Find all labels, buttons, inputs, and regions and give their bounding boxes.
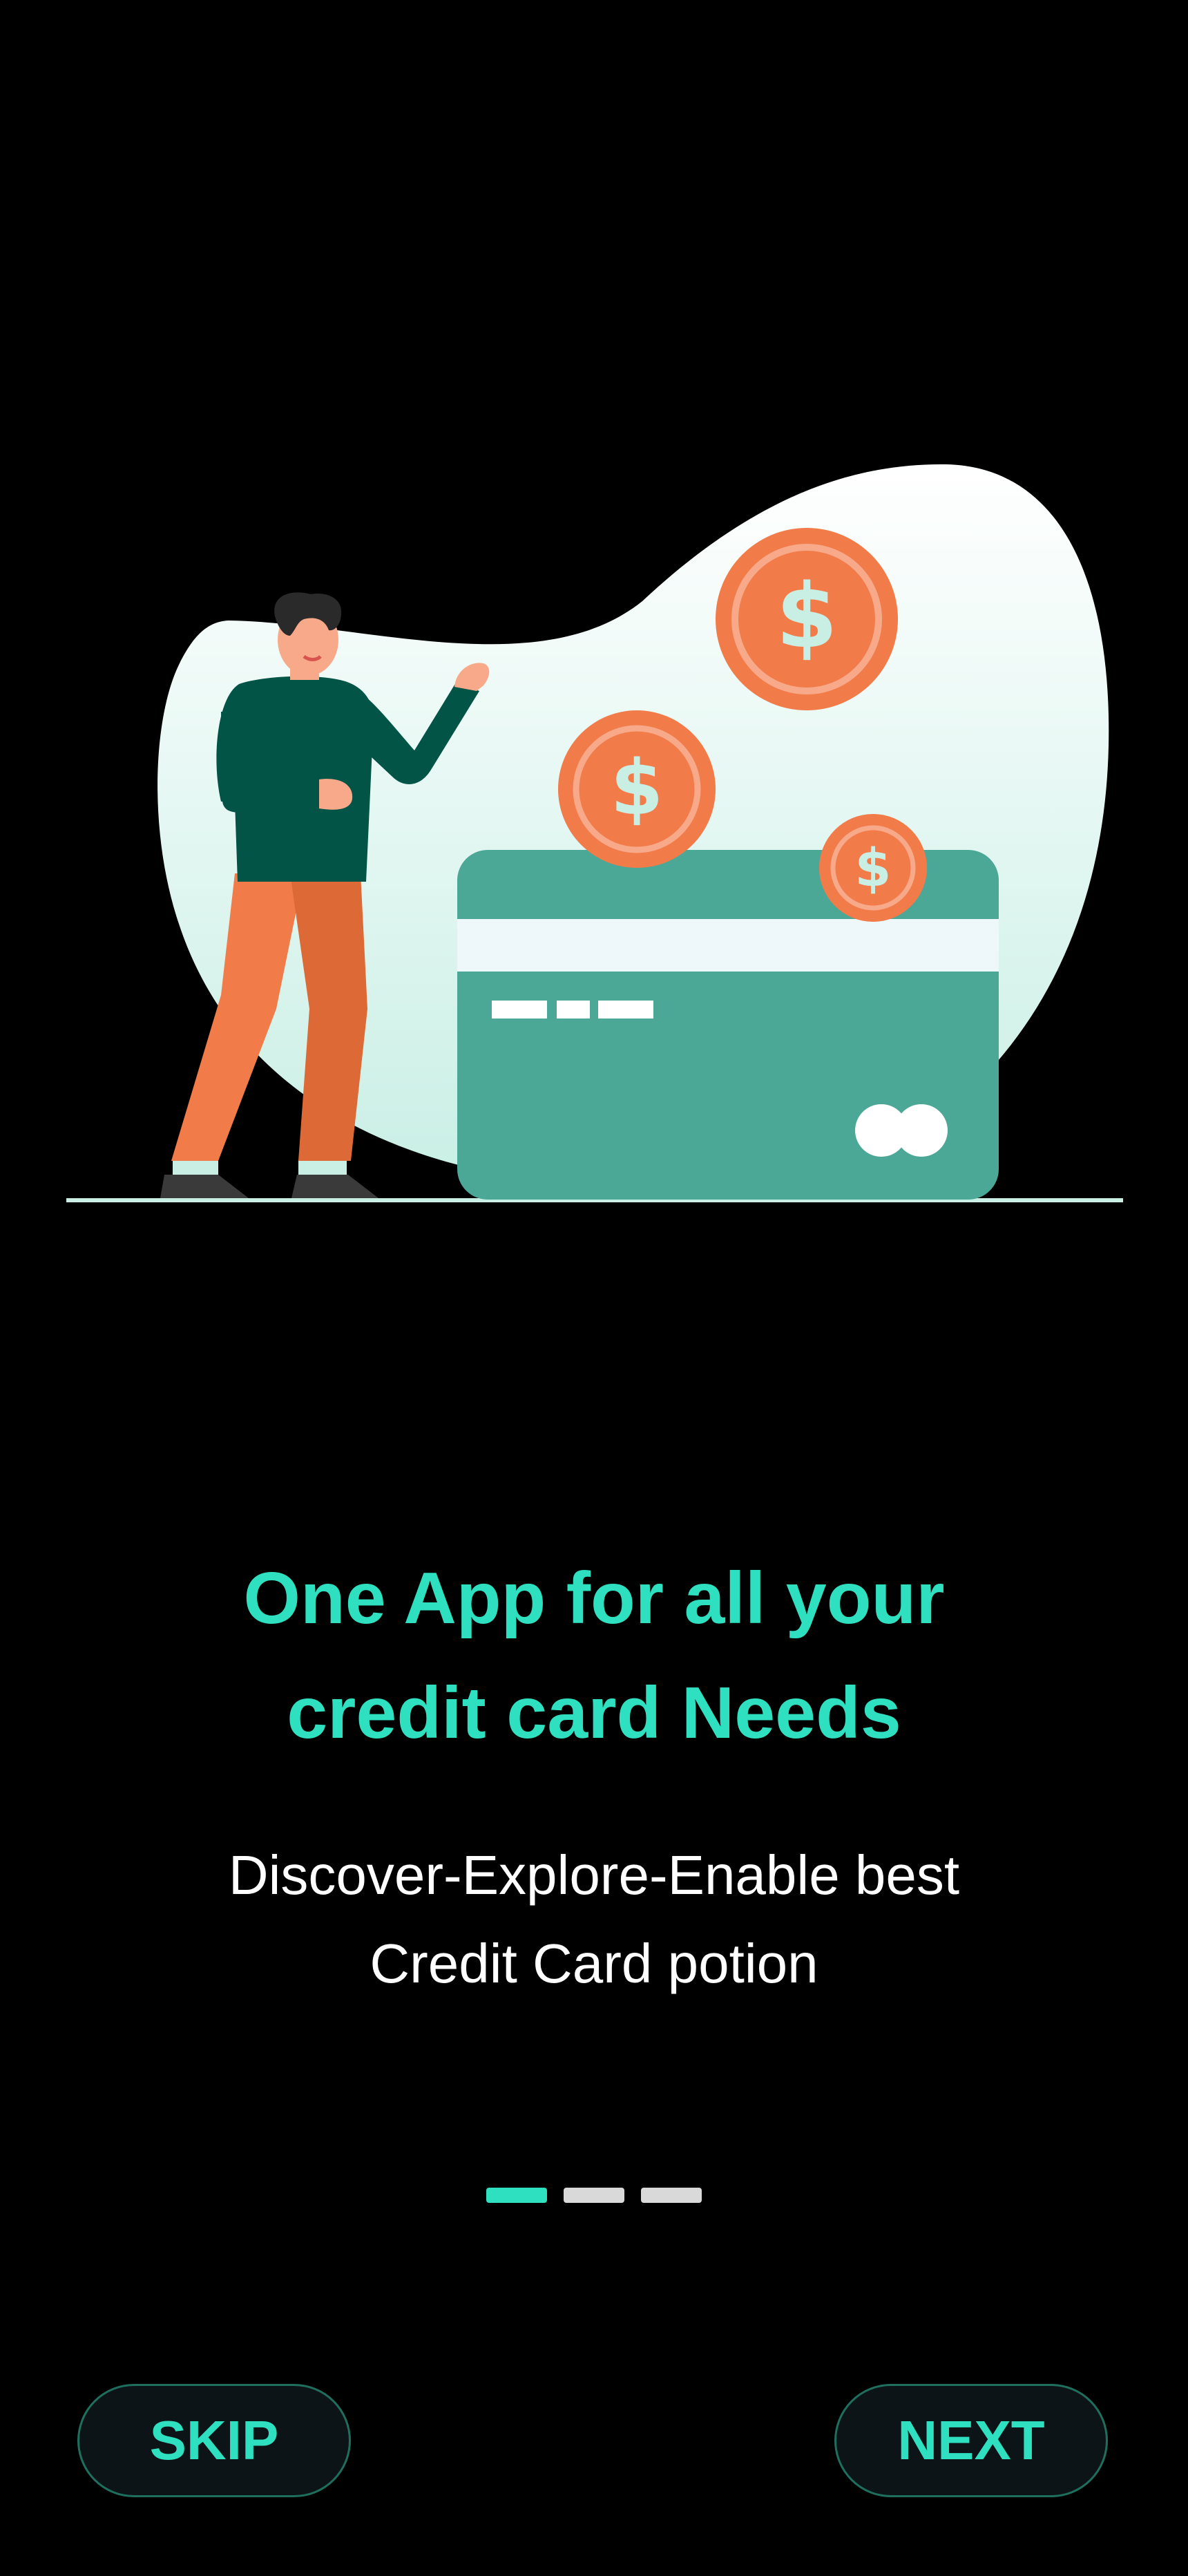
headline-line-2: credit card Needs — [287, 1672, 901, 1754]
coin-icon: $ — [819, 814, 927, 922]
skip-button[interactable]: SKIP — [77, 2384, 351, 2497]
credit-card-icon — [457, 850, 999, 1200]
svg-text:$: $ — [611, 744, 664, 832]
next-button[interactable]: NEXT — [834, 2384, 1108, 2497]
svg-text:$: $ — [776, 565, 837, 668]
onboarding-headline: One App for all your credit card Needs — [0, 1541, 1188, 1770]
svg-text:$: $ — [855, 837, 892, 898]
page-indicator-dot-1 — [486, 2188, 547, 2203]
subtitle-line-2: Credit Card potion — [370, 1933, 818, 1994]
page-indicator-dot-2 — [564, 2188, 624, 2203]
subtitle-line-1: Discover-Explore-Enable best — [228, 1844, 960, 1906]
onboarding-illustration: $ $ $ — [66, 464, 1123, 1202]
coin-icon: $ — [558, 710, 716, 868]
page-indicator — [0, 2188, 1188, 2203]
headline-line-1: One App for all your — [243, 1557, 945, 1639]
coin-icon: $ — [716, 528, 898, 710]
onboarding-subtitle: Discover-Explore-Enable best Credit Card… — [0, 1831, 1188, 2008]
page-indicator-dot-3 — [641, 2188, 702, 2203]
